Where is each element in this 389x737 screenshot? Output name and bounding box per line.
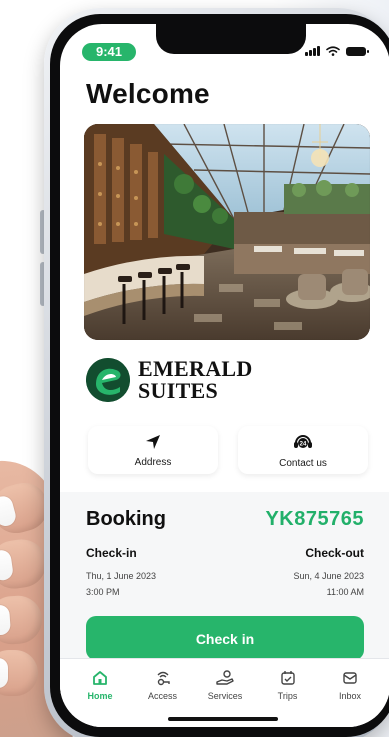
tab-trips-label: Trips [277, 691, 298, 701]
brand-name-line1: EMERALD [138, 356, 253, 381]
bottom-tab-bar: Home Access Services Trips Inbox [60, 658, 389, 727]
fingernail [0, 604, 11, 636]
signal-icon [305, 46, 320, 56]
booking-title: Booking [86, 508, 166, 530]
fingernail [0, 494, 18, 529]
notch [156, 24, 306, 54]
24h-support-icon: 24 [294, 434, 312, 448]
app-screen: 9:41 Welcome EMERALD SUITES Address 24 C… [60, 24, 389, 727]
contact-us-label: Contact us [279, 457, 327, 469]
home-indicator [168, 717, 278, 721]
calendar-check-icon [280, 671, 295, 685]
contact-us-button[interactable]: 24 Contact us [238, 426, 368, 474]
address-button[interactable]: Address [88, 426, 218, 474]
tab-inbox-label: Inbox [338, 691, 362, 701]
status-bar: 9:41 [60, 24, 389, 64]
brand-name: EMERALD SUITES [138, 358, 253, 402]
checkin-date: Thu, 1 June 2023 [86, 571, 157, 581]
tab-home-label: Home [87, 691, 113, 701]
tab-list: Home Access Services Trips Inbox [72, 669, 378, 701]
brand-logo: EMERALD SUITES [86, 358, 253, 402]
home-icon [93, 671, 107, 685]
booking-header: Booking YK875765 [86, 508, 364, 531]
access-key-icon [157, 671, 170, 686]
phone-bezel: 9:41 Welcome EMERALD SUITES Address 24 C… [50, 14, 389, 737]
svg-text:24: 24 [300, 441, 307, 447]
tab-trips[interactable]: Trips [260, 669, 316, 701]
tab-home[interactable]: Home [72, 669, 128, 701]
tab-services[interactable]: Services [197, 669, 253, 701]
checkin-info: Check-in Thu, 1 June 2023 3:00 PM [86, 546, 156, 600]
battery-icon [346, 46, 369, 56]
page-title: Welcome [86, 78, 210, 109]
services-icon [216, 670, 234, 685]
fingernail [0, 658, 8, 688]
emerald-logo-icon [86, 358, 130, 402]
brand-name-line2: SUITES [138, 378, 219, 403]
hotel-lobby-image [84, 124, 370, 340]
booking-dates: Check-in Thu, 1 June 2023 3:00 PM Check-… [86, 546, 364, 600]
phone-frame: 9:41 Welcome EMERALD SUITES Address 24 C… [44, 8, 389, 737]
fingernail [0, 548, 15, 582]
tab-services-label: Services [207, 691, 243, 701]
tab-inbox[interactable]: Inbox [322, 669, 378, 701]
checkout-date: Sun, 4 June 2023 [293, 571, 364, 581]
checkout-time: 11:00 AM [326, 587, 364, 597]
wifi-icon [326, 46, 340, 56]
checkout-info: Check-out Sun, 4 June 2023 11:00 AM [293, 546, 364, 600]
status-time: 9:41 [82, 43, 136, 61]
navigation-arrow-icon [146, 434, 160, 449]
status-icons [305, 46, 369, 56]
checkout-label: Check-out [305, 546, 364, 560]
stage: 9:41 Welcome EMERALD SUITES Address 24 C… [0, 0, 389, 737]
inbox-icon [343, 672, 357, 684]
checkin-time: 3:00 PM [86, 587, 120, 597]
address-label: Address [134, 456, 172, 468]
quick-actions: Address 24 Contact us [88, 426, 368, 474]
tab-access[interactable]: Access [135, 669, 191, 701]
booking-code: YK875765 [265, 508, 364, 530]
check-in-button[interactable]: Check in [86, 616, 364, 660]
checkin-label: Check-in [86, 546, 137, 560]
tab-access-label: Access [147, 691, 177, 701]
